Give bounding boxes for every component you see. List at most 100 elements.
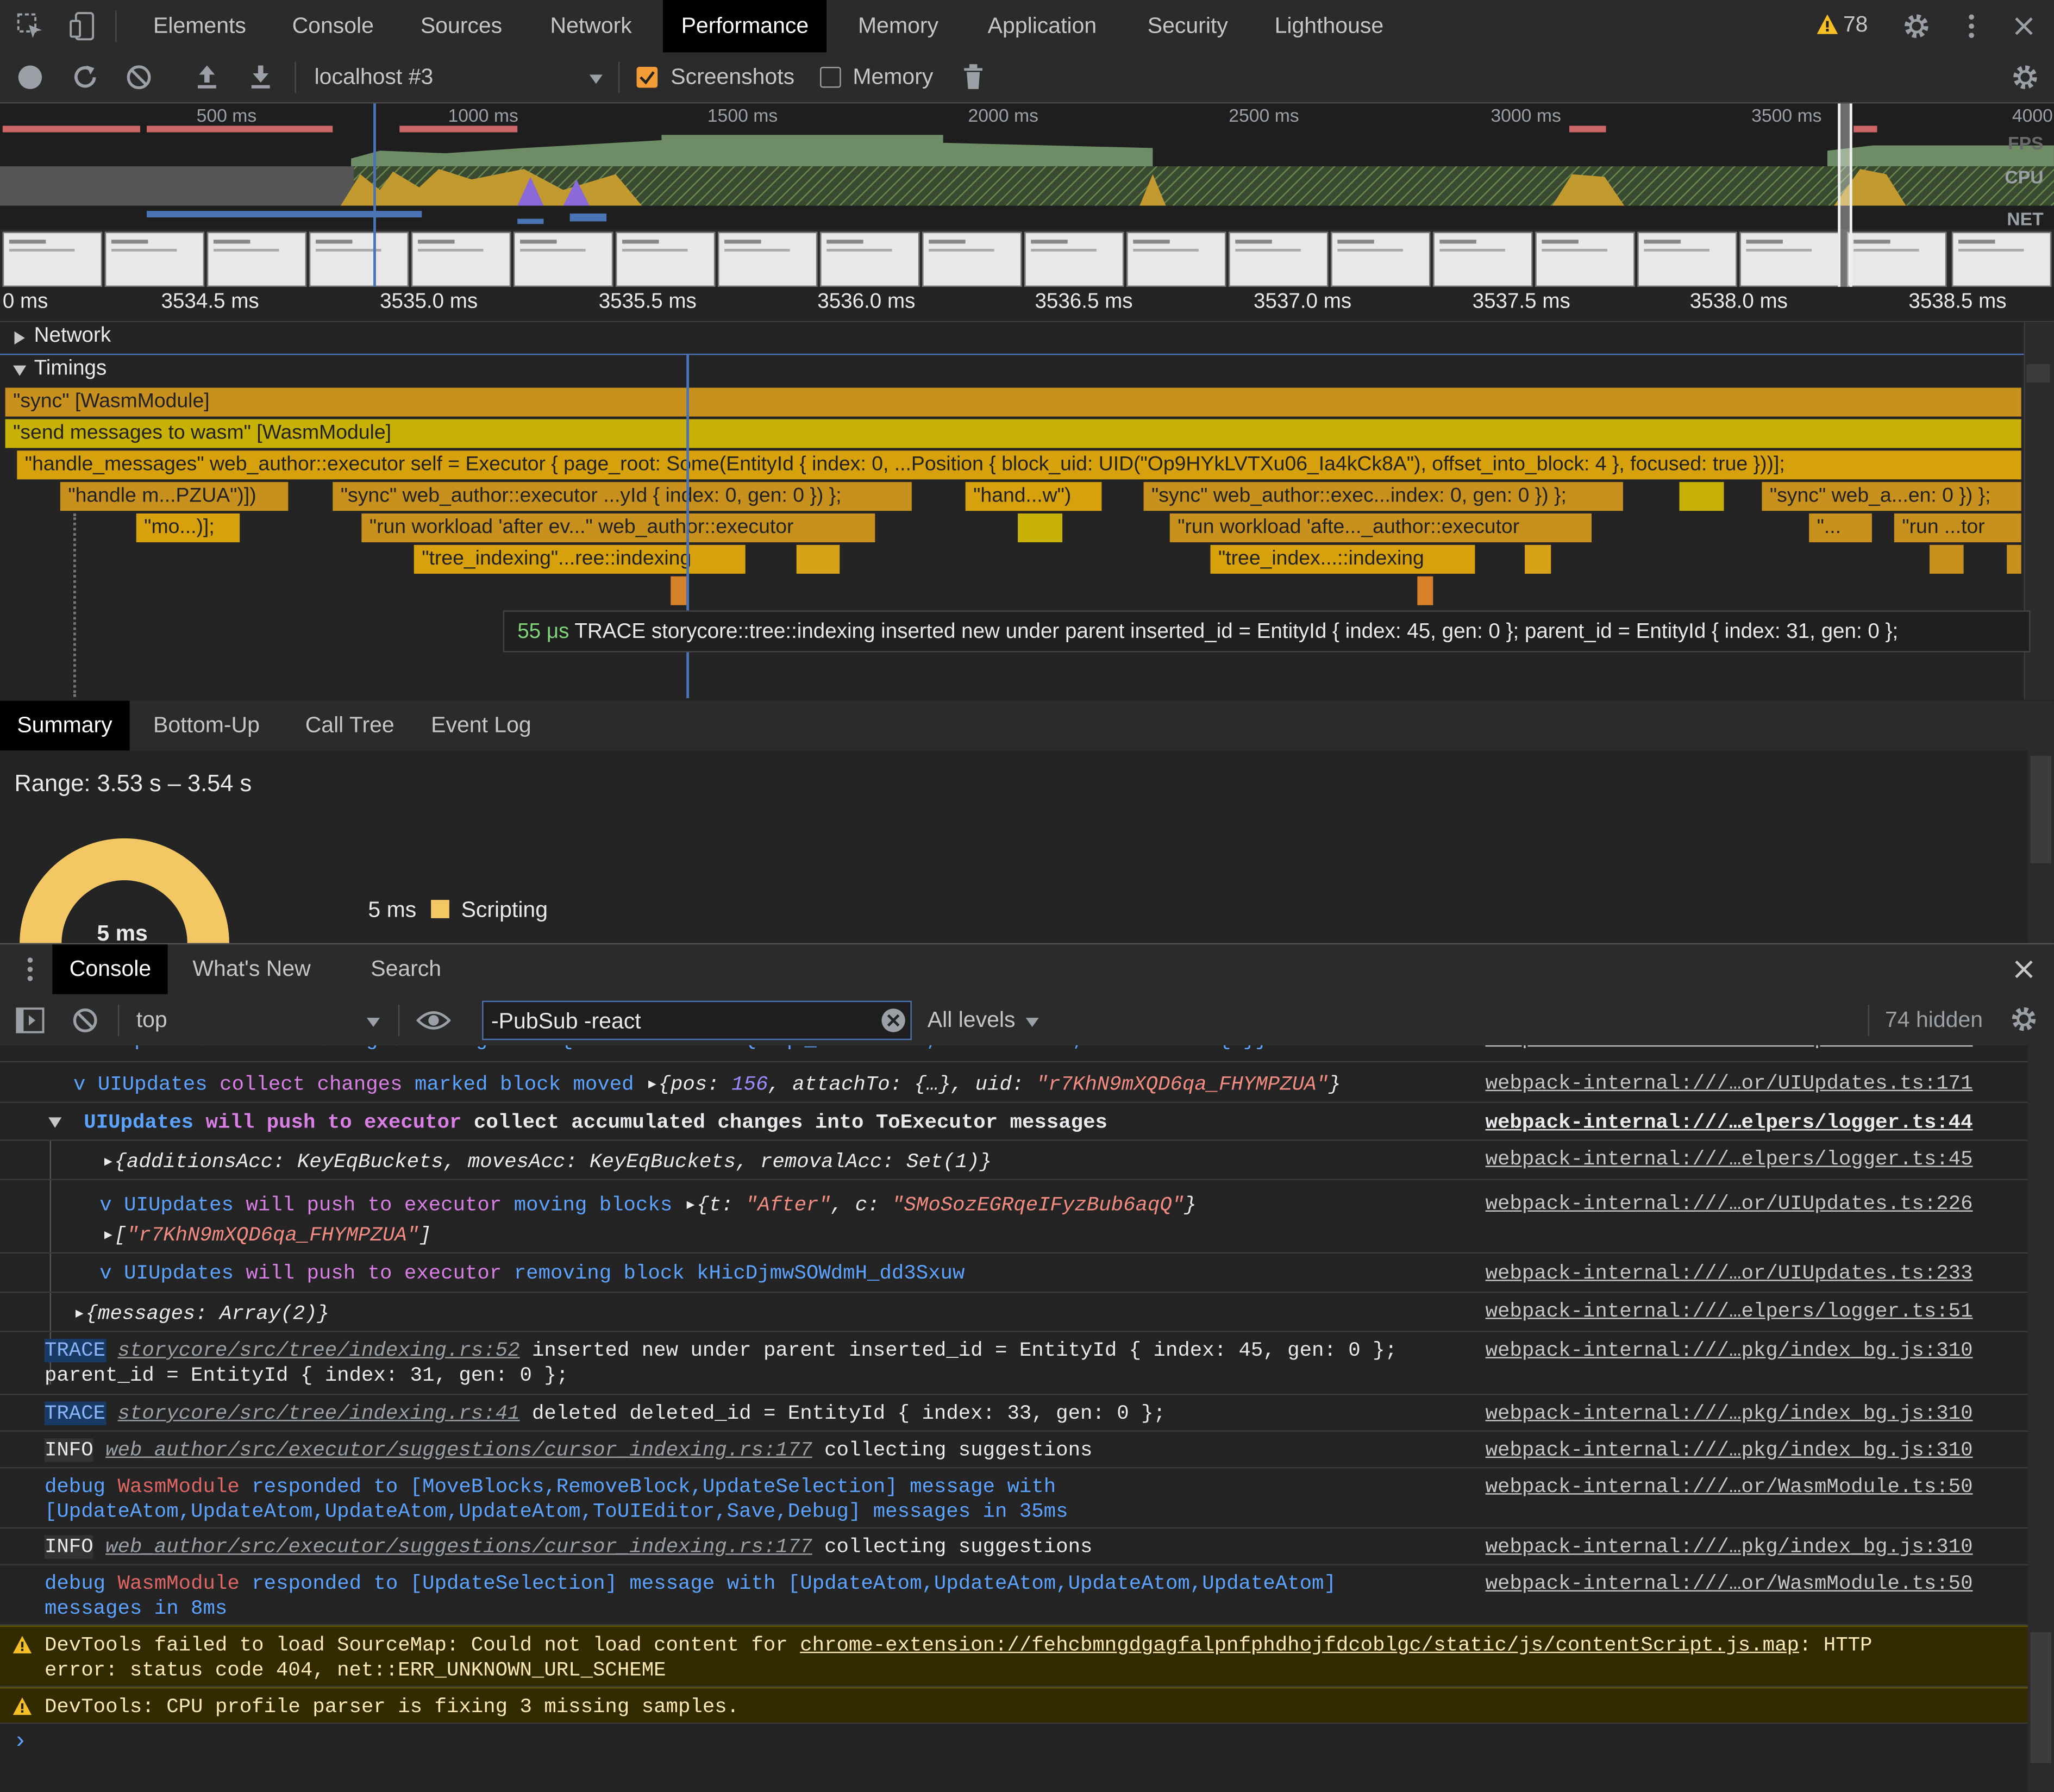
source-link[interactable]: webpack-internal:///…or/WasmModule.ts:50	[1486, 1572, 1973, 1595]
obj-open[interactable]: ▸{t:	[685, 1193, 746, 1217]
source-link[interactable]: webpack-internal:///…or/UIUpdates.ts:226	[1486, 1192, 1973, 1215]
record-button[interactable]	[18, 65, 42, 89]
selection-window-handle[interactable]	[1838, 103, 1852, 287]
tab-lighthouse[interactable]: Lighthouse	[1256, 0, 1402, 52]
tab-memory[interactable]: Memory	[840, 0, 957, 52]
screenshot-thumbnail[interactable]	[1126, 231, 1226, 287]
drawer-tab-search[interactable]: Search	[354, 944, 459, 994]
timing-bar[interactable]: "run workload 'afte..._author::executor	[1169, 513, 1592, 543]
screenshot-thumbnail[interactable]	[718, 231, 818, 287]
trash-icon[interactable]	[963, 63, 984, 98]
tab-application[interactable]: Application	[969, 0, 1115, 52]
tab-call-tree[interactable]: Call Tree	[288, 701, 411, 751]
reload-record-icon[interactable]	[71, 63, 99, 98]
source-link[interactable]: webpack-internal:///…or/UIUpdates.ts:167	[1486, 1045, 1973, 1051]
network-track-header[interactable]: Network	[0, 322, 2024, 354]
timing-bar[interactable]: "sync" [WasmModule]	[5, 387, 2021, 417]
source-link[interactable]: webpack-internal:///…elpers/logger.ts:51	[1486, 1299, 1973, 1323]
screenshot-thumbnail[interactable]	[104, 231, 205, 287]
console-warning-row[interactable]: DevTools failed to load SourceMap: Could…	[0, 1625, 2028, 1687]
context-select[interactable]: top	[136, 1007, 167, 1033]
timing-bar-unlabeled[interactable]	[1525, 544, 1551, 574]
source-link[interactable]: webpack-internal:///…pkg/index_bg.js:310	[1486, 1339, 1973, 1362]
expand-arrow-icon[interactable]	[13, 330, 26, 346]
console-warning-row[interactable]: DevTools: CPU profile parser is fixing 3…	[0, 1687, 2028, 1724]
timing-bar[interactable]: "...	[1809, 513, 1872, 543]
timing-bar[interactable]: "sync" web_author::exec...index: 0, gen:…	[1143, 482, 1623, 511]
download-icon[interactable]	[248, 63, 274, 98]
screenshot-thumbnail[interactable]	[309, 231, 409, 287]
filter-input[interactable]: -PubSub -react	[482, 1000, 912, 1041]
drawer-tab-console[interactable]: Console	[52, 944, 168, 994]
timing-bar-unlabeled[interactable]	[1417, 576, 1433, 605]
tab-security[interactable]: Security	[1129, 0, 1247, 52]
tab-event-log[interactable]: Event Log	[414, 701, 548, 751]
source-link[interactable]: webpack-internal:///…or/UIUpdates.ts:171	[1486, 1072, 1973, 1095]
screenshot-filmstrip[interactable]	[0, 229, 2054, 287]
console-object[interactable]: ▸{messages: Array(2)}	[73, 1301, 329, 1325]
source-link[interactable]: webpack-internal:///…pkg/index_bg.js:310	[1486, 1438, 1973, 1462]
rust-path[interactable]: web_author/src/executor/suggestions/curs…	[105, 1438, 812, 1462]
console-row[interactable]: ▸{additionsAcc: KeyEqBuckets, movesAcc: …	[0, 1141, 2028, 1181]
console-prompt[interactable]: ›	[13, 1726, 2028, 1792]
expand-v[interactable]: v	[99, 1193, 111, 1217]
timing-bar[interactable]: "sync" web_a...en: 0 }) };	[1762, 482, 2021, 511]
timing-bar[interactable]: "tree_indexing"...ree::indexing	[414, 544, 746, 574]
timing-bar[interactable]: "handle m...PZUA")])	[60, 482, 289, 511]
source-link[interactable]: webpack-internal:///…or/WasmModule.ts:50	[1486, 1475, 1973, 1498]
console-row[interactable]: TRACE storycore/src/tree/indexing.rs:52 …	[0, 1332, 2028, 1395]
expand-v[interactable]: v	[99, 1262, 111, 1285]
source-link[interactable]: webpack-internal:///…or/UIUpdates.ts:233	[1486, 1262, 1973, 1285]
tab-elements[interactable]: Elements	[135, 0, 264, 52]
timing-bar[interactable]: "tree_index...::indexing	[1210, 544, 1475, 574]
console-object[interactable]: ▸{additionsAcc: KeyEqBuckets, movesAcc: …	[102, 1149, 992, 1174]
timing-bar[interactable]: "handle_messages" web_author::executor s…	[17, 450, 2021, 480]
tab-sources[interactable]: Sources	[402, 0, 521, 52]
screenshot-thumbnail[interactable]	[1739, 231, 1839, 287]
timings-track-header[interactable]: Timings	[0, 355, 2024, 386]
timing-bar[interactable]: "hand...w")	[965, 482, 1102, 511]
tab-bottom-up[interactable]: Bottom-Up	[136, 701, 277, 751]
screenshot-thumbnail[interactable]	[1535, 231, 1635, 287]
source-link[interactable]: webpack-internal:///…pkg/index_bg.js:310	[1486, 1401, 1973, 1425]
dropdown-arrow-icon[interactable]	[588, 70, 604, 93]
expand-v[interactable]: v	[73, 1073, 85, 1096]
screenshot-thumbnail[interactable]	[1951, 231, 2052, 287]
rust-path[interactable]: storycore/src/tree/indexing.rs:52	[118, 1339, 520, 1362]
source-link[interactable]: webpack-internal:///…elpers/logger.ts:44	[1486, 1111, 1973, 1134]
timing-bar[interactable]: "sync" web_author::executor ...yId { ind…	[333, 482, 912, 511]
more-options-icon[interactable]	[1957, 10, 1986, 42]
timing-bar[interactable]: "run ...tor	[1894, 513, 2021, 543]
screenshot-thumbnail[interactable]	[1229, 231, 1329, 287]
inspect-element-icon[interactable]	[13, 10, 47, 42]
drawer-menu-icon[interactable]	[26, 956, 34, 989]
capture-settings-icon[interactable]	[2008, 61, 2043, 93]
console-row[interactable]: v UIUpdates will push to executor removi…	[0, 1254, 2028, 1293]
settings-gear-icon[interactable]	[1900, 10, 1934, 42]
warning-icon[interactable]	[1815, 13, 1839, 36]
tab-network[interactable]: Network	[532, 0, 650, 52]
console-group-row[interactable]: UIUpdates will push to executor collect …	[0, 1103, 2028, 1141]
clear-console-icon[interactable]	[71, 1006, 99, 1041]
console-row[interactable]: v UIUpdates will push to executor moving…	[0, 1180, 2028, 1254]
rust-path[interactable]: storycore/src/tree/indexing.rs:41	[118, 1401, 520, 1425]
recording-select[interactable]: localhost #3	[315, 64, 434, 90]
timing-bar-unlabeled[interactable]	[1929, 544, 1964, 574]
timing-bar-unlabeled[interactable]	[796, 544, 840, 574]
group-collapse-icon[interactable]	[47, 1116, 63, 1129]
source-link[interactable]: webpack-internal:///…pkg/index_bg.js:310	[1486, 1535, 1973, 1558]
screenshot-thumbnail[interactable]	[1024, 231, 1124, 287]
timing-bar[interactable]: "send messages to wasm" [WasmModule]	[5, 419, 2021, 448]
console-row[interactable]: debug WasmModule responded to [UpdateSel…	[0, 1565, 2028, 1626]
screenshot-thumbnail[interactable]	[1637, 231, 1737, 287]
rust-path[interactable]: web_author/src/executor/suggestions/curs…	[105, 1535, 812, 1558]
drawer-tab-whats-new[interactable]: What's New	[176, 944, 328, 994]
tab-summary[interactable]: Summary	[0, 700, 130, 751]
device-toolbar-icon[interactable]	[66, 10, 100, 42]
screenshot-thumbnail[interactable]	[820, 231, 920, 287]
array-open[interactable]: ▸[	[102, 1224, 127, 1247]
console-row[interactable]: INFO web_author/src/executor/suggestions…	[0, 1528, 2028, 1565]
clear-icon[interactable]	[124, 63, 153, 98]
collapse-arrow-icon[interactable]	[12, 364, 28, 377]
console-row[interactable]: INFO web_author/src/executor/suggestions…	[0, 1432, 2028, 1469]
